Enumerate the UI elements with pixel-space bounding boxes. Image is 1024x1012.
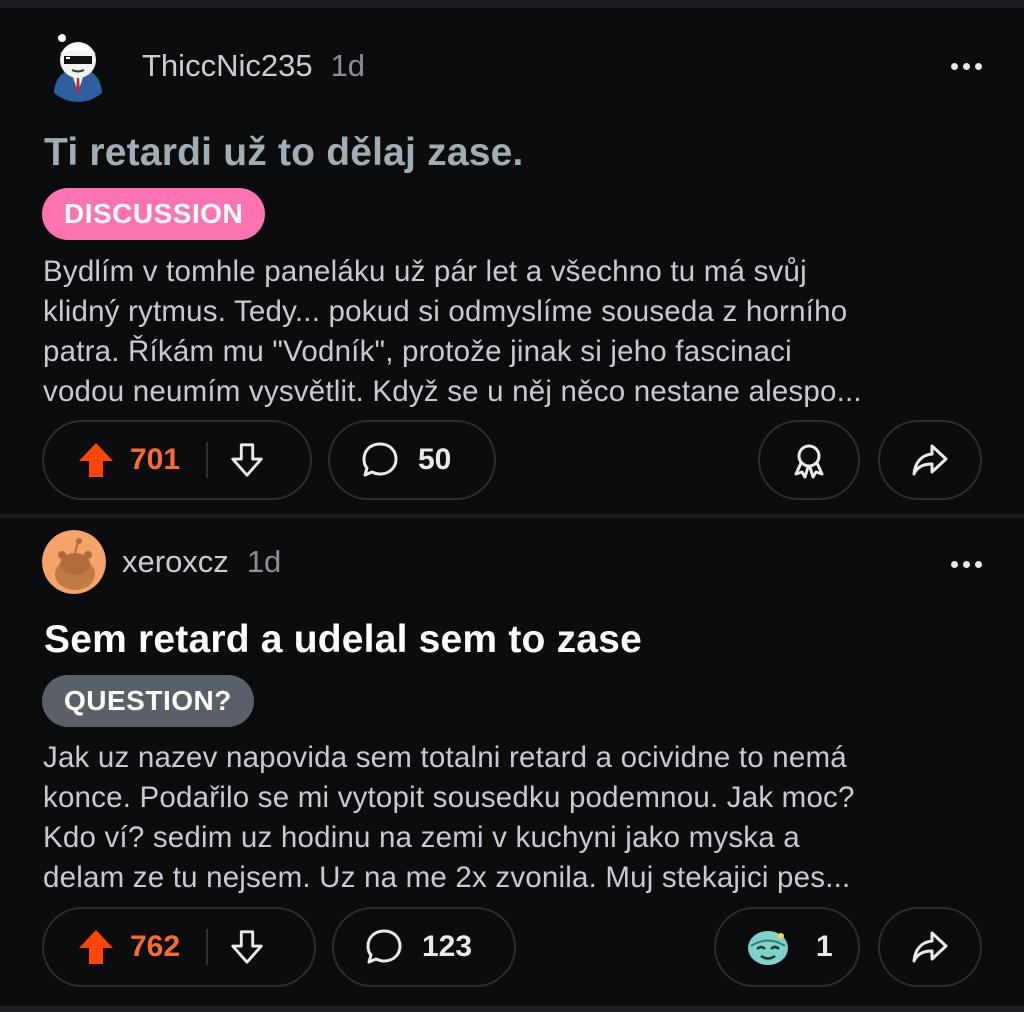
comments-button[interactable]: 50 [328,420,496,500]
award-button[interactable]: 1 [714,907,860,987]
downvote-icon[interactable] [228,441,266,479]
body-line: Jak uz nazev napovida sem totalni retard… [43,741,847,774]
upvote-icon[interactable] [76,440,116,480]
vote-divider [206,929,209,965]
post-title[interactable]: Sem retard a udelal sem to zase [44,618,642,662]
post-title[interactable]: Ti retardi už to dělaj zase. [44,131,524,175]
post-header: xeroxcz 1d [42,530,281,594]
body-line: Bydlím v tomhle paneláku už pár let a vš… [43,255,807,288]
post-age: 1d [246,544,282,579]
vote-bar: 762 [42,907,316,987]
comments-button[interactable]: 123 [332,907,516,987]
flair-badge[interactable]: QUESTION? [42,675,254,727]
share-button[interactable] [878,907,982,987]
post-card[interactable]: xeroxcz 1d Sem retard a udelal sem to za… [0,518,1024,1012]
upvote-icon[interactable] [76,927,116,967]
award-emoji-icon [748,931,788,965]
body-line: Kdo ví? sedim uz hodinu na zemi v kuchyn… [43,821,800,854]
username[interactable]: ThiccNic235 [142,48,313,84]
post-age: 1d [330,48,366,83]
share-icon [912,931,948,963]
upvote-count: 701 [130,443,181,476]
post-card[interactable]: ThiccNic235 1d Ti retardi už to dělaj za… [0,0,1024,514]
body-line: delam ze tu nejsem. Uz na me 2x zvonila.… [43,861,851,894]
award-icon [794,444,824,479]
more-icon [951,62,958,70]
body-line: vodou neumím vysvětlit. Když se u něj ně… [43,375,862,408]
award-button[interactable] [758,420,860,500]
downvote-icon[interactable] [228,928,266,966]
share-icon [912,444,948,476]
comment-count: 50 [418,443,452,476]
comment-count: 123 [422,930,473,963]
post-body[interactable]: Jak uz nazev napovida sem totalni retard… [43,738,1003,898]
comment-icon [362,442,398,477]
bottom-divider [0,1006,1024,1012]
more-options-button[interactable] [951,554,982,574]
post-body[interactable]: Bydlím v tomhle paneláku už pár let a vš… [43,252,1003,412]
post-header: ThiccNic235 1d [42,30,365,102]
vote-bar: 701 [42,420,312,500]
award-count: 1 [816,930,833,963]
share-button[interactable] [878,420,982,500]
body-line: patra. Říkám mu "Vodník", protože jinak … [43,335,792,368]
user-avatar[interactable] [42,530,106,594]
user-avatar[interactable] [42,30,114,102]
more-icon [951,560,958,568]
body-line: klidný rytmus. Tedy... pokud si odmyslím… [43,295,848,328]
username[interactable]: xeroxcz [122,544,229,580]
upvote-count: 762 [130,930,181,963]
more-options-button[interactable] [951,56,982,76]
vote-divider [206,442,209,478]
comment-icon [366,929,402,964]
flair-badge[interactable]: DISCUSSION [42,188,266,240]
body-line: konce. Podařilo se mi vytopit sousedku p… [43,781,855,814]
